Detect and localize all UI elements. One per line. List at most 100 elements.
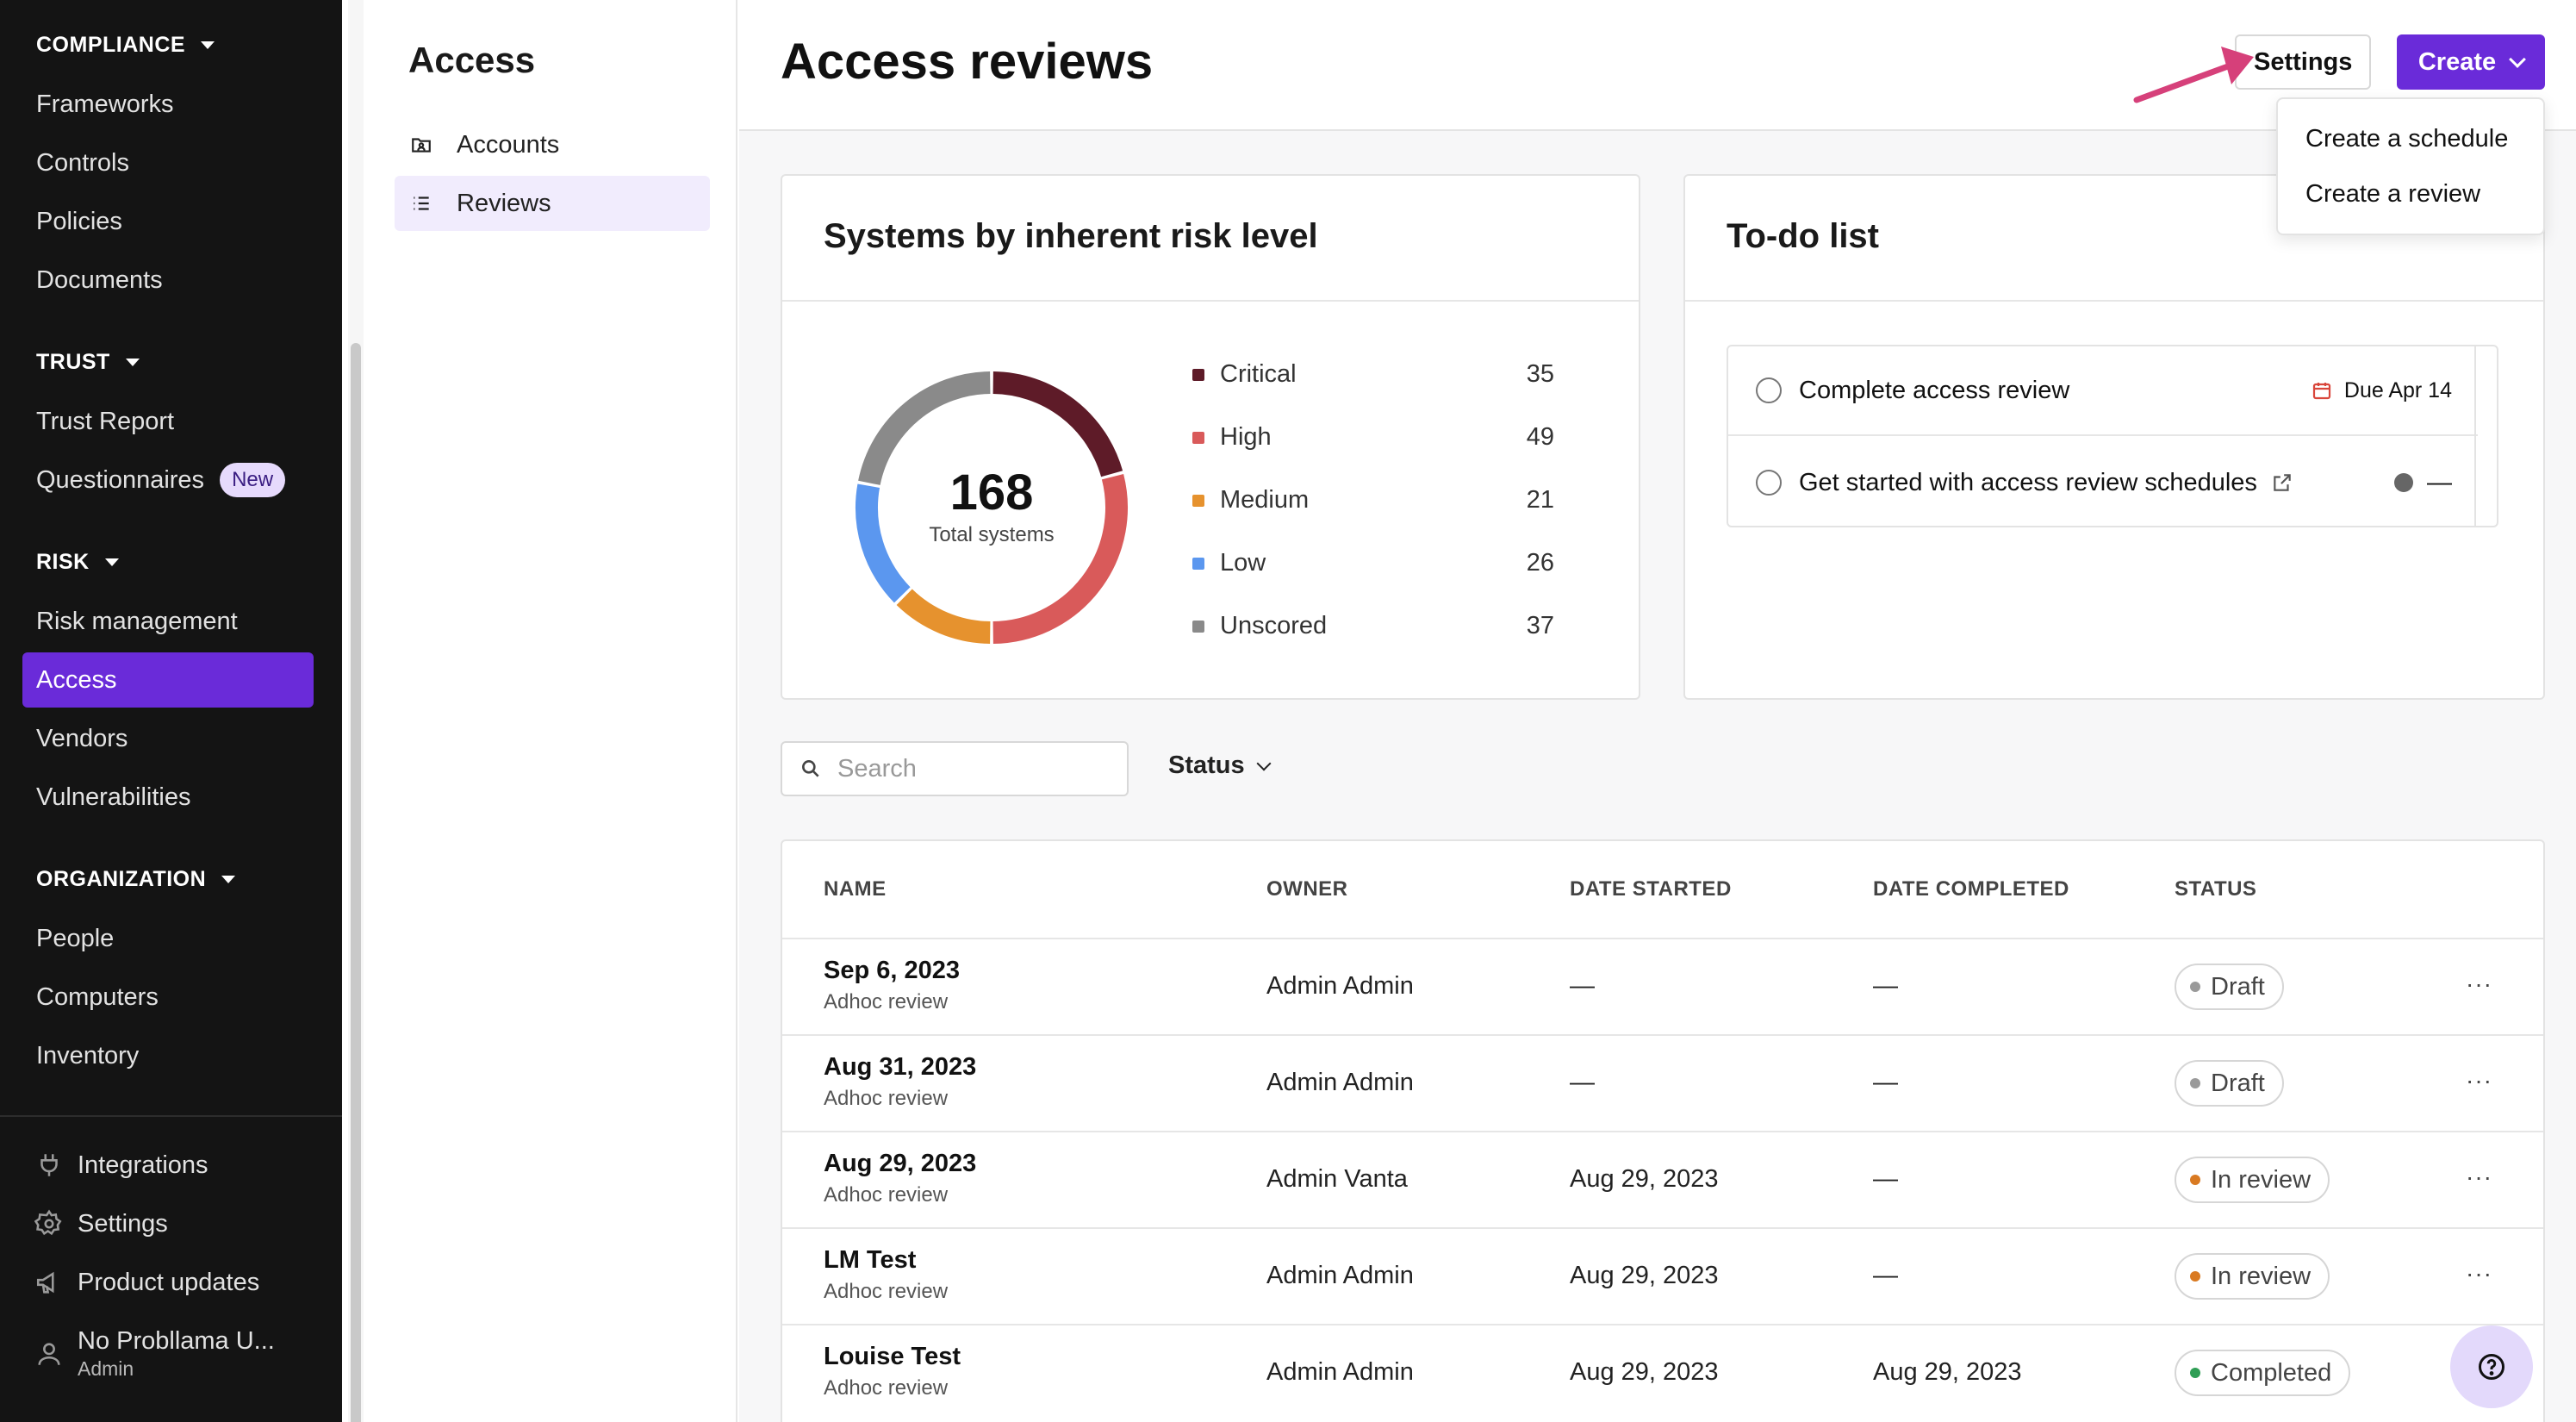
user-menu[interactable]: No Probllama U... Admin bbox=[34, 1327, 275, 1381]
sidebar-item-risk-management[interactable]: Risk management bbox=[22, 594, 314, 649]
chevron-down-icon bbox=[1256, 756, 1272, 770]
sidebar-item-controls[interactable]: Controls bbox=[22, 135, 314, 190]
review-name: Aug 31, 2023 bbox=[824, 1053, 977, 1081]
donut-center: 168 Total systems bbox=[849, 464, 1134, 547]
row-more-menu-icon[interactable]: ··· bbox=[2466, 970, 2492, 998]
menu-item-create-review[interactable]: Create a review bbox=[2305, 180, 2480, 209]
date-started-cell: Aug 29, 2023 bbox=[1570, 1358, 1719, 1386]
sidebar-item-vulnerabilities[interactable]: Vulnerabilities bbox=[22, 770, 314, 825]
create-button-label: Create bbox=[2417, 47, 2497, 76]
column-header-name[interactable]: NAME bbox=[824, 877, 887, 901]
column-header-date-started[interactable]: DATE STARTED bbox=[1570, 877, 1732, 901]
list-icon bbox=[414, 196, 429, 210]
donut-slice-medium[interactable] bbox=[896, 589, 991, 644]
user-role: Admin bbox=[78, 1357, 134, 1380]
subnav-item-accounts[interactable]: Accounts bbox=[395, 117, 710, 172]
subnav-item-reviews[interactable]: Reviews bbox=[395, 176, 710, 231]
owner-cell: Admin Admin bbox=[1266, 1358, 1414, 1386]
section-label: ORGANIZATION bbox=[36, 867, 207, 891]
gear-icon bbox=[34, 1209, 62, 1236]
secondary-nav: Access Accounts Reviews bbox=[364, 0, 737, 1422]
status-filter-dropdown[interactable]: Status bbox=[1168, 752, 1272, 780]
section-organization[interactable]: ORGANIZATION bbox=[36, 867, 236, 892]
review-name: Aug 29, 2023 bbox=[824, 1150, 977, 1177]
table-row[interactable]: Louise Test Adhoc review Admin Admin Aug … bbox=[782, 1324, 2543, 1420]
section-trust[interactable]: TRUST bbox=[36, 350, 140, 375]
status-dot-icon bbox=[2394, 473, 2413, 492]
create-button[interactable]: Create bbox=[2397, 34, 2545, 90]
review-name: Sep 6, 2023 bbox=[824, 957, 960, 984]
sidebar-gap bbox=[342, 0, 348, 1422]
sidebar-item-trust-report[interactable]: Trust Report bbox=[22, 394, 314, 449]
table-row[interactable]: Sep 6, 2023 Adhoc review Admin Admin — — … bbox=[782, 938, 2543, 1034]
date-completed-cell: — bbox=[1873, 1069, 1898, 1096]
todo-due-date: — bbox=[2427, 468, 2452, 496]
date-started-cell: — bbox=[1570, 1069, 1595, 1096]
status-label: Completed bbox=[2211, 1358, 2332, 1387]
scrollbar-thumb[interactable] bbox=[351, 343, 361, 1422]
review-type: Adhoc review bbox=[824, 1376, 949, 1400]
caret-down-icon bbox=[125, 359, 140, 366]
legend-value: 37 bbox=[1526, 612, 1554, 639]
sidebar-item-label: Frameworks bbox=[36, 90, 174, 118]
review-name-cell: Louise Test Adhoc review bbox=[824, 1343, 961, 1400]
todo-scrollbar[interactable] bbox=[2474, 346, 2497, 526]
review-name-cell: Aug 31, 2023 Adhoc review bbox=[824, 1053, 976, 1111]
annotation-arrow-icon bbox=[2133, 47, 2254, 103]
chevron-down-icon bbox=[2509, 51, 2527, 68]
donut-slice-critical[interactable] bbox=[992, 371, 1123, 477]
review-name-cell: Sep 6, 2023 Adhoc review bbox=[824, 957, 960, 1014]
section-compliance[interactable]: COMPLIANCE bbox=[36, 33, 215, 58]
todo-checkbox[interactable] bbox=[1756, 377, 1782, 403]
row-more-menu-icon[interactable]: ··· bbox=[2466, 1163, 2492, 1191]
reviews-table: NAME OWNER DATE STARTED DATE COMPLETED S… bbox=[781, 839, 2545, 1422]
sidebar-item-label: Trust Report bbox=[36, 407, 175, 435]
todo-due: Due Apr 14 bbox=[2312, 378, 2452, 403]
column-header-date-completed[interactable]: DATE COMPLETED bbox=[1873, 877, 2069, 901]
sidebar-item-frameworks[interactable]: Frameworks bbox=[22, 77, 314, 132]
status-badge: Completed bbox=[2175, 1350, 2351, 1396]
sidebar-scrollbar[interactable] bbox=[348, 0, 364, 1422]
column-header-status[interactable]: STATUS bbox=[2175, 877, 2256, 901]
sidebar-item-questionnaires[interactable]: Questionnaires New bbox=[22, 452, 314, 508]
total-systems-label: Total systems bbox=[929, 523, 1055, 546]
row-more-menu-icon[interactable]: ··· bbox=[2466, 1067, 2492, 1095]
section-label: TRUST bbox=[36, 350, 110, 374]
sidebar-settings[interactable]: Settings bbox=[34, 1209, 168, 1238]
help-button[interactable] bbox=[2450, 1325, 2533, 1408]
date-completed-cell: — bbox=[1873, 1165, 1898, 1193]
create-dropdown-menu: Create a schedule Create a review bbox=[2276, 97, 2545, 235]
todo-label: Get started with access review schedules bbox=[1799, 468, 2257, 496]
column-header-owner[interactable]: OWNER bbox=[1266, 877, 1348, 901]
menu-item-create-schedule[interactable]: Create a schedule bbox=[2305, 125, 2508, 153]
table-row[interactable]: LM Test Adhoc review Admin Admin Aug 29, … bbox=[782, 1227, 2543, 1324]
section-label: RISK bbox=[36, 550, 90, 574]
sidebar-item-vendors[interactable]: Vendors bbox=[22, 711, 314, 766]
sidebar-item-documents[interactable]: Documents bbox=[22, 253, 314, 308]
review-name: LM Test bbox=[824, 1246, 917, 1274]
section-risk[interactable]: RISK bbox=[36, 550, 119, 575]
sidebar-item-inventory[interactable]: Inventory bbox=[22, 1028, 314, 1083]
todo-item[interactable]: Complete access review Due Apr 14 bbox=[1728, 346, 2478, 436]
table-row[interactable]: Aug 29, 2023 Adhoc review Admin Vanta Aug… bbox=[782, 1131, 2543, 1227]
subnav-label: Reviews bbox=[457, 189, 551, 217]
review-name-cell: Aug 29, 2023 Adhoc review bbox=[824, 1150, 976, 1207]
sidebar-item-label: Access bbox=[36, 665, 117, 694]
sidebar-item-access[interactable]: Access bbox=[22, 652, 314, 708]
status-badge: In review bbox=[2175, 1253, 2330, 1300]
status-label: In review bbox=[2211, 1262, 2312, 1290]
sidebar-item-policies[interactable]: Policies bbox=[22, 194, 314, 249]
plug-icon bbox=[40, 1154, 58, 1176]
row-more-menu-icon[interactable]: ··· bbox=[2466, 1260, 2492, 1288]
question-circle-icon bbox=[2479, 1354, 2504, 1380]
todo-item[interactable]: Get started with access review schedules… bbox=[1728, 438, 2478, 527]
todo-checkbox[interactable] bbox=[1756, 470, 1782, 496]
sidebar-product-updates[interactable]: Product updates bbox=[34, 1268, 259, 1297]
sidebar-integrations[interactable]: Integrations bbox=[34, 1151, 208, 1180]
date-completed-cell: — bbox=[1873, 972, 1898, 1000]
sidebar-item-people[interactable]: People bbox=[22, 911, 314, 966]
search-input[interactable]: Search bbox=[781, 741, 1129, 796]
external-link-icon[interactable] bbox=[2271, 471, 2293, 494]
sidebar-item-computers[interactable]: Computers bbox=[22, 970, 314, 1025]
table-row[interactable]: Aug 31, 2023 Adhoc review Admin Admin — —… bbox=[782, 1034, 2543, 1131]
